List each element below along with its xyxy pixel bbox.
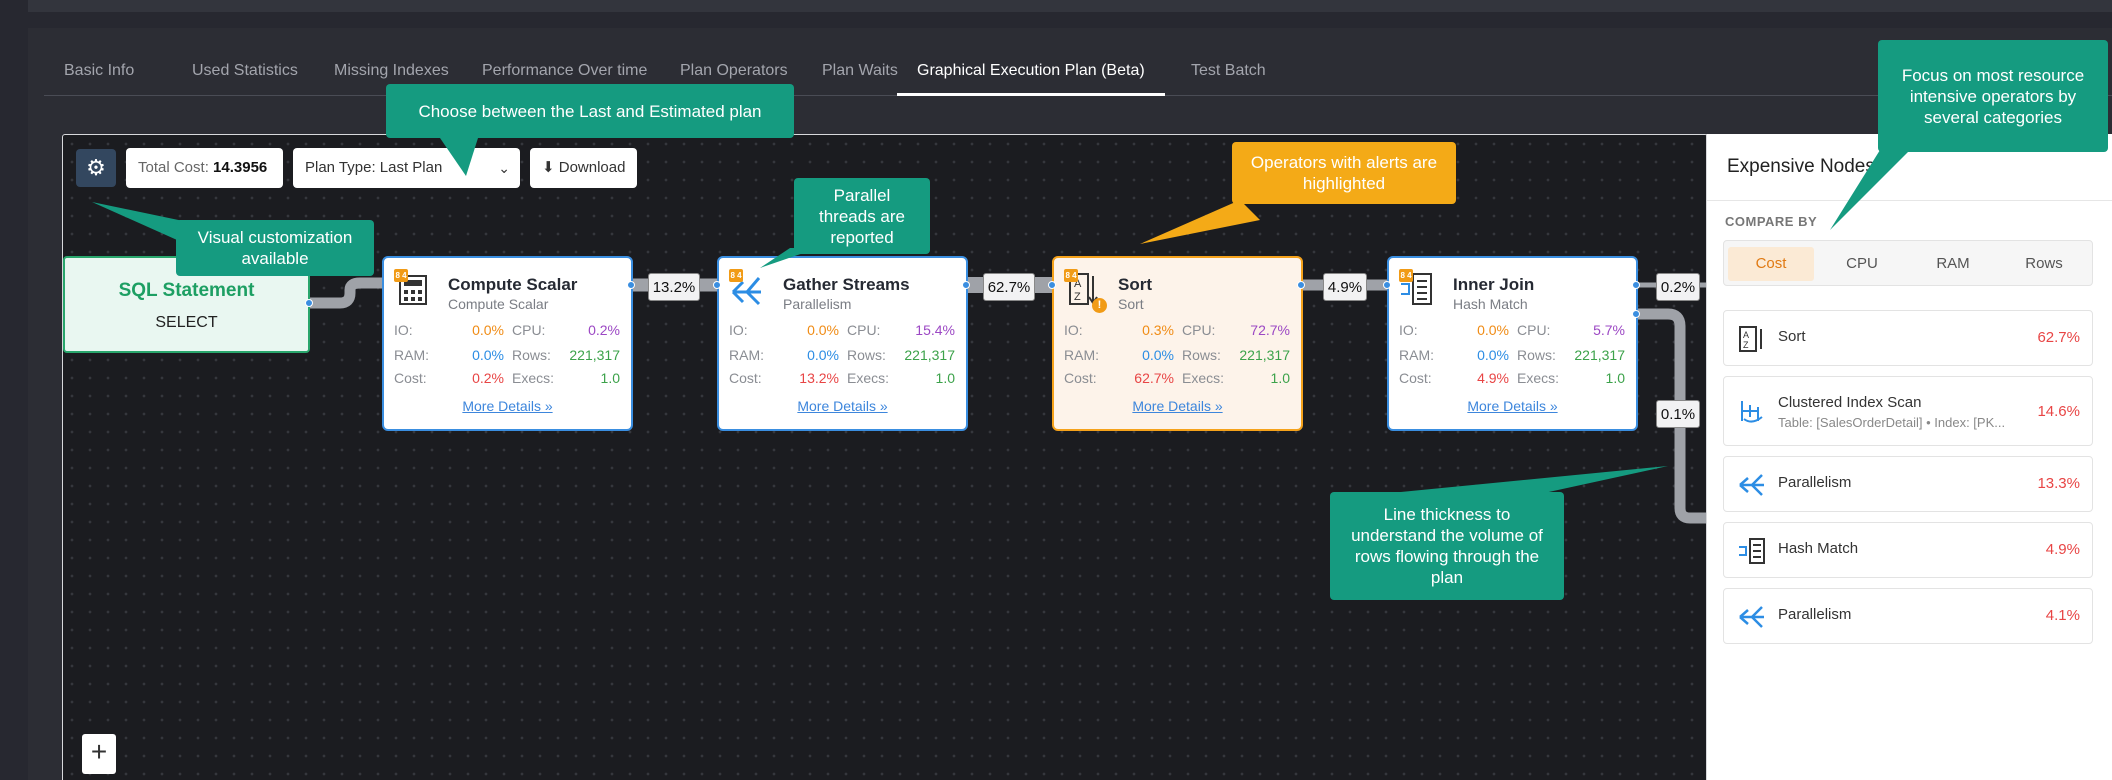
callout-focus: Focus on most resource intensive operato… xyxy=(1878,40,2108,152)
callout-visual-customization: Visual customization available xyxy=(176,220,374,276)
callout-parallel-threads: Parallel threads are reported xyxy=(794,178,930,254)
callout-alerts: Operators with alerts are highlighted xyxy=(1232,142,1456,204)
callout-line-thickness: Line thickness to understand the volume … xyxy=(1330,492,1564,600)
zoom-in-button[interactable]: + xyxy=(82,734,116,774)
pointer-visual xyxy=(92,202,188,244)
app-root: Basic Info Used Statistics Missing Index… xyxy=(0,0,2112,780)
pointer-plan xyxy=(440,138,478,176)
callout-plan-type: Choose between the Last and Estimated pl… xyxy=(386,84,794,138)
pointer-focus xyxy=(1830,150,1910,230)
callout-pointers xyxy=(92,138,1910,520)
pointer-alerts xyxy=(1140,200,1260,244)
